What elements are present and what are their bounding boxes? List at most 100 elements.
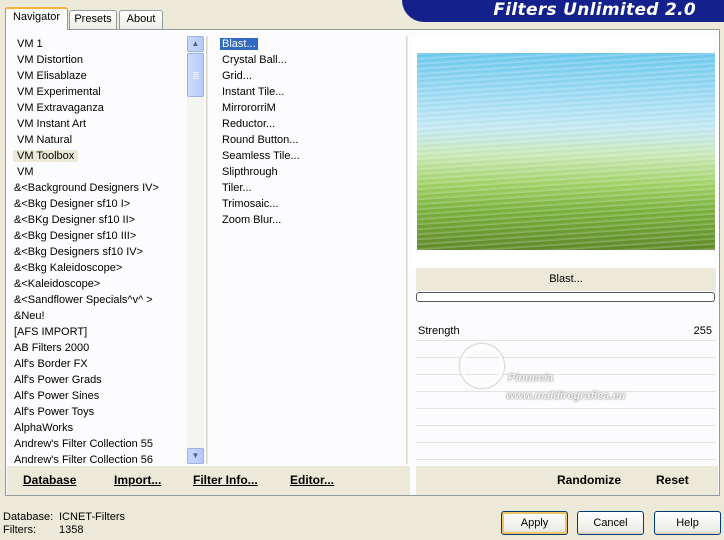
- filter-item-label: Slipthrough: [222, 166, 278, 178]
- filter-info-button[interactable]: Filter Info...: [193, 473, 258, 487]
- slider-label: Strength: [418, 325, 460, 337]
- filter-item-label: Tiler...: [222, 182, 252, 194]
- watermark-name: Pinuccia: [508, 372, 554, 384]
- filter-item[interactable]: Reductor...: [215, 116, 405, 132]
- filter-item[interactable]: Grid...: [215, 68, 405, 84]
- category-item-label: Alf's Power Grads: [14, 374, 102, 386]
- filter-item[interactable]: Slipthrough: [215, 164, 405, 180]
- scroll-down-button[interactable]: ▼: [187, 448, 204, 464]
- category-item[interactable]: &<Background Designers IV>: [9, 180, 187, 196]
- tab-about[interactable]: About: [119, 10, 163, 29]
- category-item-label: &Neu!: [14, 310, 45, 322]
- category-item[interactable]: &<Bkg Kaleidoscope>: [9, 260, 187, 276]
- category-item-label: VM Instant Art: [17, 118, 87, 130]
- category-item[interactable]: VM Instant Art: [9, 116, 187, 132]
- category-item[interactable]: VM 1: [9, 36, 187, 52]
- slider-value: 255: [693, 325, 712, 337]
- category-item[interactable]: VM Natural: [9, 132, 187, 148]
- category-item[interactable]: AB Filters 2000: [9, 340, 187, 356]
- status-filters-value: 1358: [59, 524, 84, 536]
- tab-presets[interactable]: Presets: [69, 10, 117, 29]
- category-item-label: VM 1: [17, 38, 43, 50]
- category-item[interactable]: Alf's Border FX: [9, 356, 187, 372]
- category-item[interactable]: &<Bkg Designer sf10 III>: [9, 228, 187, 244]
- scroll-thumb[interactable]: [187, 53, 204, 97]
- category-item[interactable]: VM Extravaganza: [9, 100, 187, 116]
- category-item-label: VM Toolbox: [13, 150, 79, 162]
- help-button[interactable]: Help: [654, 511, 721, 535]
- preview-splitter: [406, 36, 409, 464]
- category-item[interactable]: VM Elisablaze: [9, 68, 187, 84]
- category-item[interactable]: &<Bkg Designer sf10 I>: [9, 196, 187, 212]
- cancel-button[interactable]: Cancel: [577, 511, 644, 535]
- category-item[interactable]: [AFS IMPORT]: [9, 324, 187, 340]
- category-item[interactable]: &Neu!: [9, 308, 187, 324]
- preview-image: [417, 53, 715, 250]
- filter-item[interactable]: Crystal Ball...: [215, 52, 405, 68]
- category-item[interactable]: Alf's Power Toys: [9, 404, 187, 420]
- apply-button[interactable]: Apply: [501, 511, 568, 535]
- list-splitter[interactable]: [206, 36, 209, 464]
- filter-item-label: Crystal Ball...: [222, 54, 287, 66]
- filter-item[interactable]: Instant Tile...: [215, 84, 405, 100]
- category-item-label: VM Distortion: [17, 54, 84, 66]
- category-item[interactable]: &<Sandflower Specials^v^ >: [9, 292, 187, 308]
- filter-item-label: Grid...: [222, 70, 252, 82]
- category-item[interactable]: Alf's Power Grads: [9, 372, 187, 388]
- filter-list[interactable]: Blast... Crystal Ball... Grid... Instant Ti…: [215, 36, 405, 464]
- filter-item[interactable]: Seamless Tile...: [215, 148, 405, 164]
- status-database-label: Database:: [3, 511, 54, 523]
- category-item-label: AlphaWorks: [14, 422, 74, 434]
- filter-item[interactable]: Tiler...: [215, 180, 405, 196]
- randomize-button[interactable]: Randomize: [557, 473, 621, 487]
- progress-bar: [416, 292, 715, 302]
- database-label: Database: [23, 473, 77, 487]
- filter-item[interactable]: MirrororriM: [215, 100, 405, 116]
- filter-item-label: Zoom Blur...: [222, 214, 282, 226]
- editor-button[interactable]: Editor...: [290, 473, 334, 487]
- category-item[interactable]: &<Bkg Designers sf10 IV>: [9, 244, 187, 260]
- category-item[interactable]: Andrew's Filter Collection 55: [9, 436, 187, 452]
- category-item-label: &<Bkg Designer sf10 I>: [14, 198, 131, 210]
- category-item-label: &<Bkg Designer sf10 III>: [14, 230, 137, 242]
- category-item-label: Andrew's Filter Collection 56: [14, 454, 154, 464]
- status-database-value: ICNET-Filters: [59, 511, 125, 523]
- filter-item-label: Blast...: [220, 38, 258, 50]
- app-logo-text: Filters Unlimited 2.0: [493, 0, 696, 20]
- category-list[interactable]: VM 1 VM Distortion VM Elisablaze VM Experim…: [9, 36, 187, 464]
- category-item[interactable]: Alf's Power Sines: [9, 388, 187, 404]
- category-item-label: &<BKg Designer sf10 II>: [14, 214, 136, 226]
- filter-item[interactable]: Zoom Blur...: [215, 212, 405, 228]
- category-item-label: VM Experimental: [17, 86, 101, 98]
- category-item-label: &<Bkg Kaleidoscope>: [14, 262, 123, 274]
- category-item-label: &<Sandflower Specials^v^ >: [14, 294, 153, 306]
- category-item-label: Alf's Power Toys: [14, 406, 95, 418]
- reset-button[interactable]: Reset: [656, 473, 689, 487]
- category-item[interactable]: VM Distortion: [9, 52, 187, 68]
- category-item[interactable]: VM Toolbox: [9, 148, 187, 164]
- filter-item-label: MirrororriM: [222, 102, 276, 114]
- filter-item-label: Round Button...: [222, 134, 299, 146]
- category-item-label: Andrew's Filter Collection 55: [14, 438, 154, 450]
- category-item[interactable]: Andrew's Filter Collection 56: [9, 452, 187, 464]
- category-item[interactable]: VM Experimental: [9, 84, 187, 100]
- category-item[interactable]: VM: [9, 164, 187, 180]
- scroll-up-button[interactable]: ▲: [187, 36, 204, 52]
- filter-item[interactable]: Blast...: [215, 36, 405, 52]
- filter-item-label: Trimosaic...: [222, 198, 279, 210]
- import-button[interactable]: Import...: [114, 473, 161, 487]
- filter-item[interactable]: Round Button...: [215, 132, 405, 148]
- category-item[interactable]: AlphaWorks: [9, 420, 187, 436]
- category-item-label: Alf's Border FX: [14, 358, 88, 370]
- category-item-label: &<Kaleidoscope>: [14, 278, 101, 290]
- category-item-label: AB Filters 2000: [14, 342, 90, 354]
- filter-item[interactable]: Trimosaic...: [215, 196, 405, 212]
- editor-label: Editor...: [290, 473, 335, 487]
- category-item-label: VM Elisablaze: [17, 70, 87, 82]
- category-item-label: [AFS IMPORT]: [14, 326, 88, 338]
- category-scrollbar[interactable]: ▲ ▼: [187, 36, 204, 464]
- category-item[interactable]: &<Kaleidoscope>: [9, 276, 187, 292]
- category-item[interactable]: &<BKg Designer sf10 II>: [9, 212, 187, 228]
- database-button[interactable]: Database: [23, 473, 76, 487]
- tab-navigator[interactable]: Navigator: [5, 7, 68, 30]
